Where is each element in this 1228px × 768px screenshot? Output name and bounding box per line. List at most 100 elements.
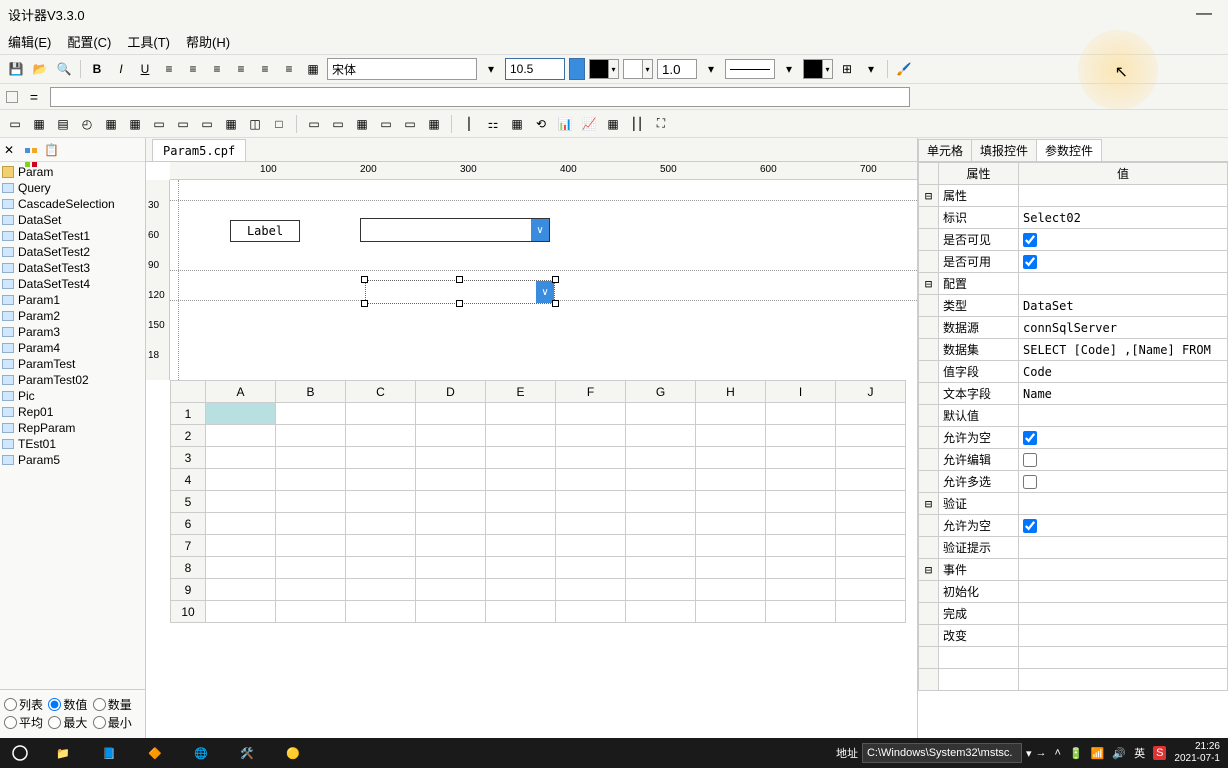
grid-cell[interactable]: [696, 491, 766, 513]
grid-cell[interactable]: [206, 579, 276, 601]
menu-help[interactable]: 帮助(H): [186, 32, 230, 51]
tray-wifi-icon[interactable]: 📶: [1091, 747, 1105, 760]
grid-cell[interactable]: [836, 513, 906, 535]
taskbar-app-2[interactable]: 📘: [86, 738, 132, 768]
col-header[interactable]: H: [696, 381, 766, 403]
grid-cell[interactable]: [696, 403, 766, 425]
grid-cell[interactable]: [556, 535, 626, 557]
tree-item[interactable]: Param2: [0, 308, 145, 324]
grid-cell[interactable]: [836, 535, 906, 557]
property-row[interactable]: 允许为空: [919, 427, 1228, 449]
grid-cell[interactable]: [486, 513, 556, 535]
ctrl-icon-1[interactable]: ▭: [6, 115, 24, 133]
ctrl-icon-25[interactable]: ▦: [604, 115, 622, 133]
grid-cell[interactable]: [626, 557, 696, 579]
property-checkbox[interactable]: [1023, 431, 1037, 445]
tree-item[interactable]: Param1: [0, 292, 145, 308]
tree-item[interactable]: DataSetTest2: [0, 244, 145, 260]
grid-cell[interactable]: [836, 469, 906, 491]
grid-cell[interactable]: [486, 491, 556, 513]
align-bottom-icon[interactable]: ≡: [279, 59, 299, 79]
expand-icon[interactable]: ⊟: [919, 493, 939, 515]
tree-item[interactable]: TEst01: [0, 436, 145, 452]
row-header[interactable]: 5: [171, 491, 206, 513]
line-style-select[interactable]: [725, 59, 775, 79]
grid-cell[interactable]: [836, 491, 906, 513]
ctrl-icon-4[interactable]: ◴: [78, 115, 96, 133]
font-size-select[interactable]: [505, 58, 565, 80]
property-grid[interactable]: 属性值 ⊟属性标识Select02是否可见是否可用⊟配置类型DataSet数据源…: [918, 162, 1228, 691]
grid-cell[interactable]: [206, 535, 276, 557]
row-header[interactable]: 9: [171, 579, 206, 601]
col-header[interactable]: E: [486, 381, 556, 403]
grid-cell[interactable]: [416, 425, 486, 447]
ctrl-icon-19[interactable]: ⎮: [460, 115, 478, 133]
grid-cell[interactable]: [696, 469, 766, 491]
ctrl-icon-10[interactable]: ▦: [222, 115, 240, 133]
grid-cell[interactable]: [556, 513, 626, 535]
col-header[interactable]: I: [766, 381, 836, 403]
property-row[interactable]: ⊟配置: [919, 273, 1228, 295]
font-color-button[interactable]: ▾: [589, 59, 619, 79]
tree-item[interactable]: RepParam: [0, 420, 145, 436]
grid-cell[interactable]: [556, 557, 626, 579]
grid-cell[interactable]: [346, 513, 416, 535]
tree-item[interactable]: ParamTest02: [0, 372, 145, 388]
grid-cell[interactable]: [276, 491, 346, 513]
grid-cell[interactable]: [276, 425, 346, 447]
property-row[interactable]: 验证提示: [919, 537, 1228, 559]
tray-volume-icon[interactable]: 🔊: [1112, 747, 1126, 760]
grid-cell[interactable]: [486, 557, 556, 579]
line-color-button[interactable]: ▾: [803, 59, 833, 79]
grid-cell[interactable]: [206, 403, 276, 425]
grid-cell[interactable]: [696, 447, 766, 469]
formula-box-icon[interactable]: [6, 91, 18, 103]
property-value[interactable]: [1019, 581, 1228, 603]
grid-cell[interactable]: [276, 403, 346, 425]
grid-cell[interactable]: [486, 403, 556, 425]
grid-cell[interactable]: [416, 557, 486, 579]
grid-cell[interactable]: [766, 601, 836, 623]
grid-cell[interactable]: [626, 535, 696, 557]
ctrl-icon-7[interactable]: ▭: [150, 115, 168, 133]
ctrl-icon-22[interactable]: ⟲: [532, 115, 550, 133]
grid-cell[interactable]: [626, 601, 696, 623]
grid-cell[interactable]: [276, 513, 346, 535]
grid-cell[interactable]: [276, 601, 346, 623]
grid-cell[interactable]: [206, 513, 276, 535]
ctrl-icon-15[interactable]: ▦: [353, 115, 371, 133]
tree-item[interactable]: Query: [0, 180, 145, 196]
menu-edit[interactable]: 编辑(E): [8, 32, 51, 51]
tree-item[interactable]: Pic: [0, 388, 145, 404]
grid-cell[interactable]: [206, 425, 276, 447]
project-tree[interactable]: Param QueryCascadeSelectionDataSetDataSe…: [0, 162, 145, 689]
property-row[interactable]: 允许为空: [919, 515, 1228, 537]
border-dropdown-icon[interactable]: ▾: [861, 59, 881, 79]
close-panel-icon[interactable]: ✕: [4, 143, 18, 157]
taskbar-app-explorer[interactable]: 📁: [40, 738, 86, 768]
address-dropdown-icon[interactable]: ▾: [1026, 747, 1032, 760]
italic-icon[interactable]: I: [111, 59, 131, 79]
ctrl-icon-11[interactable]: ◫: [246, 115, 264, 133]
tree-item[interactable]: Param4: [0, 340, 145, 356]
grid-cell[interactable]: [206, 601, 276, 623]
grid-cell[interactable]: [766, 425, 836, 447]
ctrl-icon-20[interactable]: ⚏: [484, 115, 502, 133]
tree-item[interactable]: DataSetTest1: [0, 228, 145, 244]
grid-cell[interactable]: [836, 403, 906, 425]
grid-cell[interactable]: [416, 535, 486, 557]
property-value[interactable]: [1019, 625, 1228, 647]
grid-cell[interactable]: [836, 601, 906, 623]
grid-cell[interactable]: [556, 491, 626, 513]
grid-cell[interactable]: [626, 469, 696, 491]
expand-icon[interactable]: ⊟: [919, 185, 939, 207]
grid-cell[interactable]: [276, 579, 346, 601]
radio-min[interactable]: 最小: [93, 714, 132, 731]
bold-icon[interactable]: B: [87, 59, 107, 79]
grid-cell[interactable]: [766, 557, 836, 579]
grid-cell[interactable]: [766, 535, 836, 557]
expand-icon[interactable]: ⊟: [919, 559, 939, 581]
line-width-dropdown-icon[interactable]: ▾: [701, 59, 721, 79]
font-size-dropdown-icon[interactable]: [569, 58, 585, 80]
grid-cell[interactable]: [626, 425, 696, 447]
